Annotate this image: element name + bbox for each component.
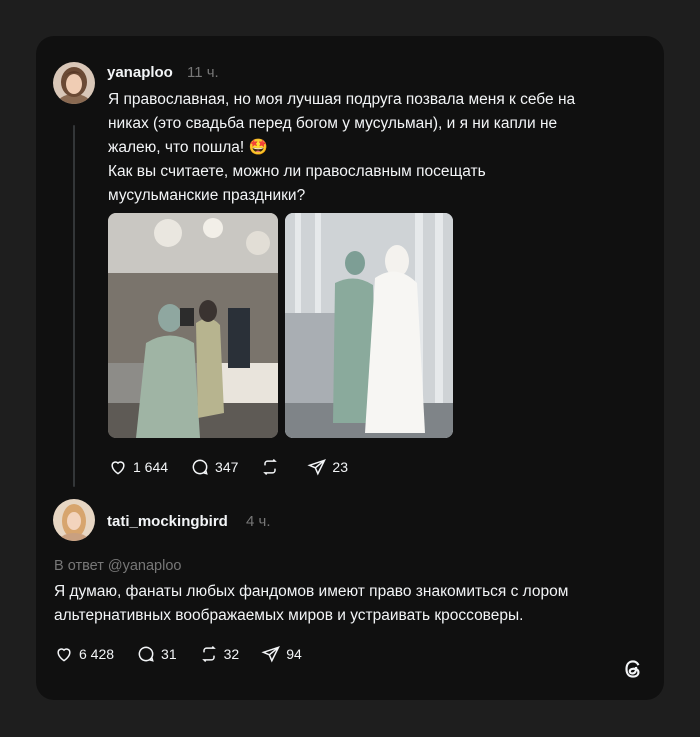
reply-comment-button[interactable]: 31 [136, 644, 177, 664]
post-comment-button[interactable]: 347 [190, 457, 238, 477]
repost-icon [201, 645, 216, 663]
avatar-yanaploo[interactable] [53, 62, 95, 104]
reply-repost-count: 32 [223, 646, 240, 662]
comment-icon [138, 646, 154, 662]
post-comment-count: 347 [215, 459, 239, 475]
reply-share-count: 94 [286, 646, 302, 662]
post-like-button[interactable]: 1 644 [108, 457, 168, 477]
post-repost-button[interactable] [260, 457, 285, 477]
post-photo-2[interactable] [285, 213, 453, 438]
share-icon [307, 459, 327, 476]
post-timestamp[interactable]: 11 ч. [187, 64, 219, 81]
post-like-count: 1 644 [133, 459, 169, 475]
post-actions: 1 644 347 23 [108, 457, 370, 477]
post-username[interactable]: yanaploo [107, 64, 173, 81]
thread-line [73, 125, 75, 487]
heart-icon [111, 461, 125, 475]
reply-to-label[interactable]: В ответ @yanaploo [54, 558, 181, 574]
reply-username[interactable]: tati_mockingbird [107, 513, 228, 530]
reply-timestamp[interactable]: 4 ч. [246, 513, 271, 530]
post-share-count: 23 [332, 459, 348, 475]
post-text: Я православная, но моя лучшая подруга по… [108, 91, 576, 204]
reply-like-count: 6 428 [79, 646, 115, 662]
comment-icon [192, 459, 208, 475]
reply-like-button[interactable]: 6 428 [54, 644, 114, 664]
avatar-tati-mockingbird[interactable] [53, 499, 95, 541]
reply-comment-count: 31 [161, 646, 177, 662]
reply-share-button[interactable]: 94 [261, 644, 302, 664]
post-photo-1[interactable] [108, 213, 278, 438]
heart-icon [57, 648, 71, 662]
reply-text: Я думаю, фанаты любых фандомов имеют пра… [54, 583, 569, 624]
reply-actions: 6 428 31 32 94 [54, 644, 324, 664]
post-share-button[interactable]: 23 [307, 457, 348, 477]
reply-repost-button[interactable]: 32 [199, 644, 240, 664]
share-icon [261, 646, 281, 663]
threads-logo-icon[interactable] [620, 656, 646, 682]
repost-icon [263, 458, 278, 476]
